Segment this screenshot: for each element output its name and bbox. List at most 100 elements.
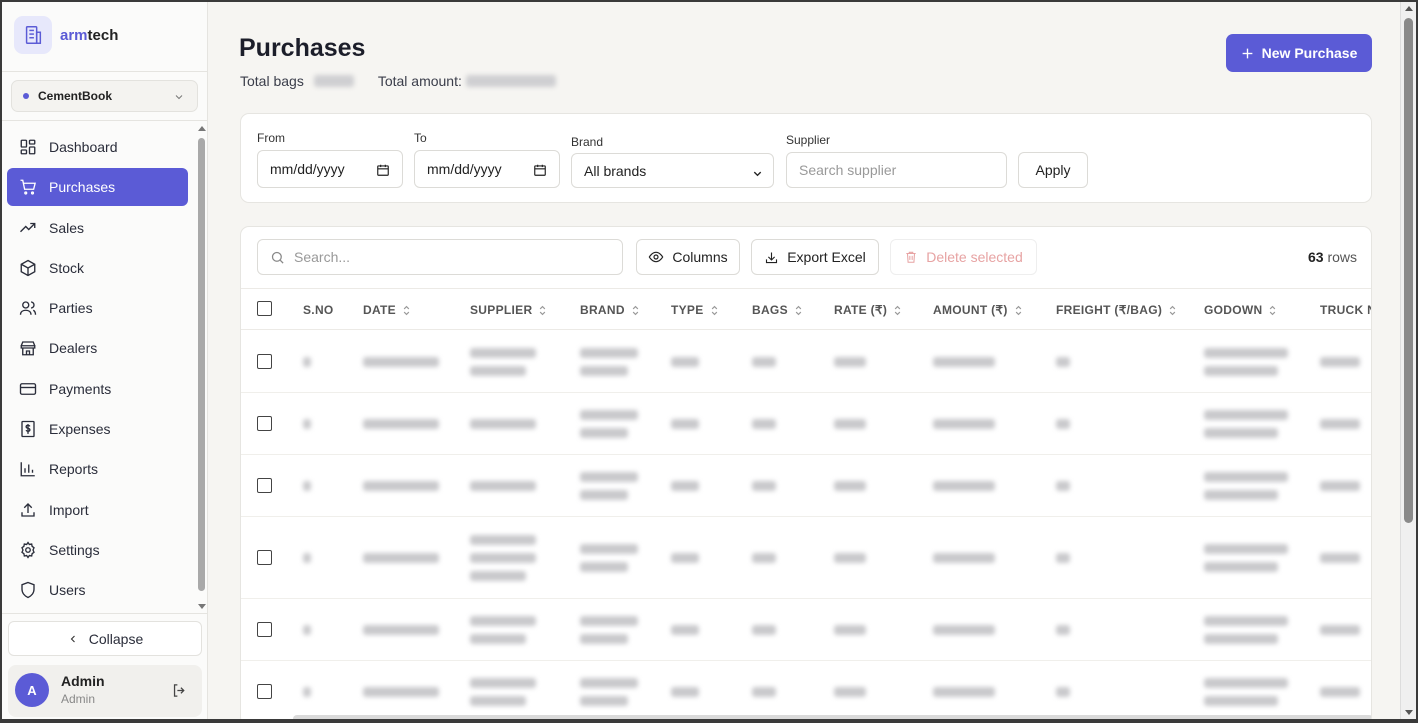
columns-button[interactable]: Columns	[636, 239, 740, 275]
brand-select[interactable]: All brands	[571, 153, 774, 188]
table-cell-redacted	[363, 357, 439, 367]
column-header[interactable]: BAGS	[752, 303, 803, 317]
collapse-button[interactable]: Collapse	[8, 621, 202, 656]
from-date-input[interactable]: mm/dd/yyyy	[257, 150, 403, 188]
user-card: A Admin Admin	[8, 665, 202, 717]
delete-selected-label: Delete selected	[926, 249, 1023, 265]
sort-icon	[403, 305, 410, 315]
download-icon	[766, 252, 778, 263]
row-count: 63 rows	[1307, 249, 1357, 265]
delete-selected-button[interactable]: Delete selected	[890, 239, 1037, 275]
columns-label: Columns	[672, 249, 728, 265]
sidebar-item-payments[interactable]: Payments	[7, 370, 188, 408]
column-header[interactable]: GODOWN	[1204, 303, 1277, 317]
column-header[interactable]: FREIGHT (₹/BAG)	[1056, 303, 1177, 317]
sidebar-item-reports[interactable]: Reports	[7, 450, 188, 488]
brand-label: Brand	[571, 135, 604, 149]
table-cell-redacted	[1056, 481, 1070, 491]
column-header[interactable]: RATE (₹)	[834, 303, 902, 317]
table-row[interactable]	[241, 517, 1371, 599]
sort-icon	[711, 305, 717, 315]
table-row[interactable]	[241, 661, 1371, 719]
supplier-search-input[interactable]: Search supplier	[786, 152, 1007, 188]
dashboard-icon	[20, 139, 36, 155]
row-checkbox[interactable]	[257, 684, 272, 699]
table-cell-redacted	[1320, 481, 1360, 491]
sidebar-item-expenses[interactable]: Expenses	[7, 410, 188, 448]
table-cell-redacted	[1204, 472, 1288, 500]
row-checkbox[interactable]	[257, 622, 272, 637]
sidebar-item-sales[interactable]: Sales	[7, 209, 188, 247]
table-cell-redacted	[1320, 419, 1360, 429]
total-bags-value-redacted	[313, 75, 354, 87]
column-header[interactable]: AMOUNT (₹)	[933, 303, 1023, 317]
table-cell-redacted	[470, 678, 536, 706]
table-row[interactable]	[241, 393, 1371, 455]
new-purchase-button[interactable]: New Purchase	[1226, 34, 1372, 72]
row-checkbox[interactable]	[257, 354, 272, 369]
sort-icon	[632, 305, 639, 315]
table-cell-redacted	[1056, 357, 1070, 367]
calendar-icon	[377, 164, 389, 176]
to-date-input[interactable]: mm/dd/yyyy	[414, 150, 560, 188]
column-header[interactable]: DATE	[363, 303, 411, 317]
table-cell-redacted	[834, 481, 866, 491]
table-row[interactable]	[241, 455, 1371, 517]
column-header[interactable]: TYPE	[671, 303, 719, 317]
receipt-icon	[21, 420, 35, 438]
apply-button[interactable]: Apply	[1018, 152, 1088, 188]
row-checkbox[interactable]	[257, 550, 272, 565]
sidebar-item-label: Users	[49, 582, 86, 599]
column-header[interactable]: SUPPLIER	[470, 303, 547, 317]
cart-icon	[20, 179, 36, 195]
sidebar-nav: Dashboard Purchases Sales Stock Parties …	[7, 128, 188, 612]
table-cell-redacted	[752, 481, 776, 491]
sidebar-item-label: Parties	[49, 300, 93, 317]
from-label: From	[257, 131, 285, 145]
table-cell-redacted	[1204, 678, 1288, 706]
table-cell-redacted	[933, 553, 995, 563]
table-cell-redacted	[1320, 553, 1360, 563]
table-cell-redacted	[470, 419, 536, 429]
sidebar-item-stock[interactable]: Stock	[7, 249, 188, 287]
column-header[interactable]: S.NO	[303, 303, 334, 317]
column-header[interactable]: TRUCK N	[1320, 303, 1371, 317]
window-scrollbar[interactable]	[1400, 2, 1416, 719]
table-cell-redacted	[580, 616, 638, 644]
table-cell-redacted	[1204, 616, 1288, 644]
table-cell-redacted	[834, 625, 866, 635]
calendar-icon	[534, 164, 546, 176]
table-cell-redacted	[834, 553, 866, 563]
table-cell-redacted	[470, 616, 536, 644]
logout-icon[interactable]	[171, 682, 188, 699]
to-date-placeholder: mm/dd/yyyy	[427, 161, 502, 177]
sidebar-scrollbar[interactable]	[197, 126, 207, 611]
sidebar-item-users[interactable]: Users	[7, 571, 188, 609]
from-date-placeholder: mm/dd/yyyy	[270, 161, 345, 177]
row-checkbox[interactable]	[257, 416, 272, 431]
brand-name: armtech	[60, 26, 119, 44]
company-selector[interactable]: CementBook	[11, 80, 198, 112]
sidebar-item-dashboard[interactable]: Dashboard	[7, 128, 188, 166]
export-excel-button[interactable]: Export Excel	[751, 239, 879, 275]
row-checkbox[interactable]	[257, 478, 272, 493]
sidebar-item-import[interactable]: Import	[7, 491, 188, 529]
table-cell-redacted	[933, 687, 995, 697]
brand[interactable]: armtech	[14, 16, 118, 54]
table-row[interactable]	[241, 331, 1371, 393]
user-role: Admin	[61, 692, 96, 706]
sidebar-item-settings[interactable]: Settings	[7, 531, 188, 569]
horizontal-scrollbar[interactable]	[293, 715, 1371, 719]
column-header[interactable]: BRAND	[580, 303, 640, 317]
table-cell-redacted	[303, 687, 311, 697]
sidebar-item-parties[interactable]: Parties	[7, 289, 188, 327]
trend-icon	[20, 222, 36, 232]
bar-chart-icon	[20, 462, 35, 477]
table-search-input[interactable]: Search...	[257, 239, 623, 275]
chevron-down-icon	[175, 95, 183, 100]
table-cell-redacted	[470, 481, 536, 491]
select-all-checkbox[interactable]	[257, 301, 272, 316]
table-row[interactable]	[241, 599, 1371, 661]
sidebar-item-purchases[interactable]: Purchases	[7, 168, 188, 207]
sidebar-item-dealers[interactable]: Dealers	[7, 329, 188, 367]
